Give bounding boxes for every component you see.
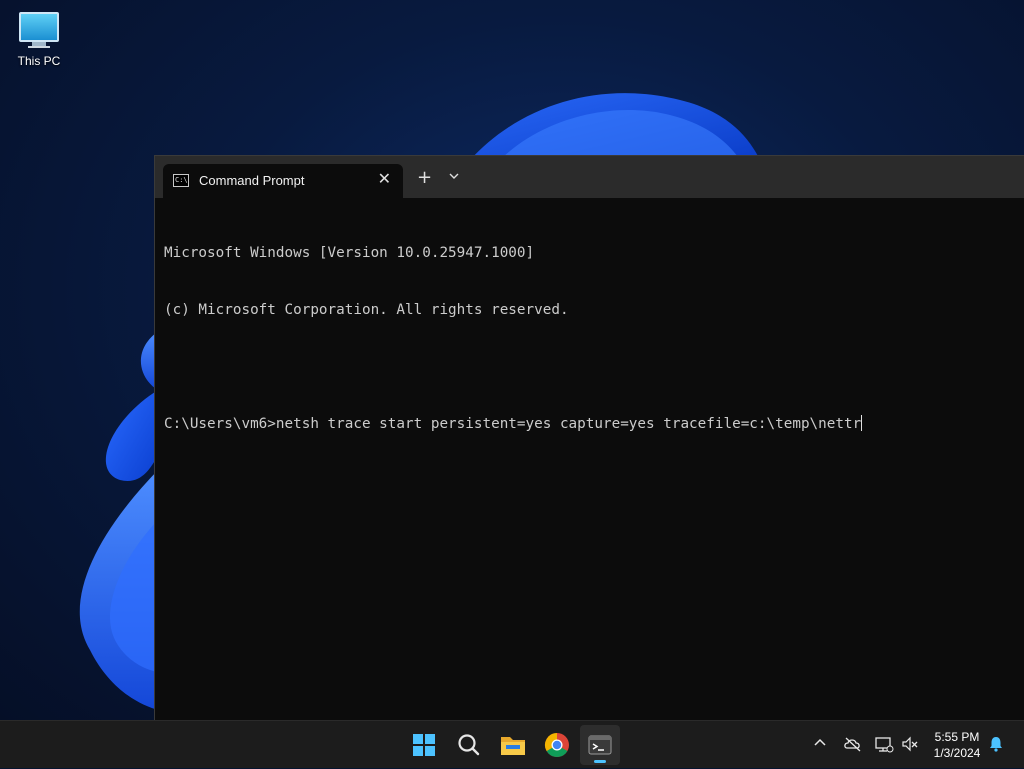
chevron-up-icon: [814, 738, 826, 746]
active-app-indicator: [594, 760, 606, 763]
volume-muted-icon: [902, 736, 918, 752]
console-line: Microsoft Windows [Version 10.0.25947.10…: [164, 245, 535, 261]
command-text: C:\Users\vm6>netsh trace start persisten…: [164, 416, 862, 432]
clock-date: 1/3/2024: [933, 746, 981, 760]
start-button[interactable]: [404, 725, 444, 765]
tab-dropdown-button[interactable]: [448, 169, 460, 183]
console-output[interactable]: Microsoft Windows [Version 10.0.25947.10…: [164, 206, 1024, 472]
title-bar[interactable]: C:\ Command Prompt ✕ +: [155, 156, 1024, 198]
clock-time: 5:55 PM: [934, 730, 980, 744]
chrome-icon: [544, 733, 569, 758]
terminal-window[interactable]: C:\ Command Prompt ✕ + Microsoft Windows…: [155, 156, 1024, 720]
network-icon: [875, 737, 894, 753]
notifications-button[interactable]: [988, 735, 1004, 757]
console-line: (c) Microsoft Corporation. All rights re…: [164, 302, 569, 318]
cmd-icon: C:\: [173, 174, 189, 187]
volume-button[interactable]: [901, 736, 919, 756]
new-tab-button[interactable]: +: [417, 167, 432, 188]
chrome-button[interactable]: [537, 725, 577, 765]
chevron-down-icon: [449, 173, 459, 179]
bell-icon: [990, 737, 1002, 752]
show-hidden-icons-button[interactable]: [813, 736, 827, 754]
file-explorer-icon: [501, 737, 525, 755]
desktop-icon-this-pc[interactable]: This PC: [10, 8, 68, 68]
tab-title: Command Prompt: [199, 173, 305, 188]
clock[interactable]: 5:55 PM 1/3/2024: [926, 729, 988, 761]
desktop-icon-label: This PC: [17, 54, 61, 68]
onedrive-button[interactable]: [843, 736, 863, 756]
search-button[interactable]: [449, 725, 489, 765]
terminal-taskbar-button[interactable]: [580, 725, 620, 765]
terminal-icon: [588, 735, 612, 755]
file-explorer-button[interactable]: [493, 725, 533, 765]
close-tab-button[interactable]: ✕: [378, 169, 391, 188]
tab-command-prompt[interactable]: C:\ Command Prompt ✕: [163, 164, 403, 198]
search-icon: [458, 734, 480, 756]
cloud-offline-icon: [844, 737, 861, 752]
network-button[interactable]: [874, 736, 894, 758]
taskbar: 5:55 PM 1/3/2024: [0, 720, 1024, 768]
text-cursor: [861, 415, 863, 431]
this-pc-icon: [10, 12, 68, 48]
command-line[interactable]: C:\Users\vm6>netsh trace start persisten…: [164, 415, 1024, 434]
